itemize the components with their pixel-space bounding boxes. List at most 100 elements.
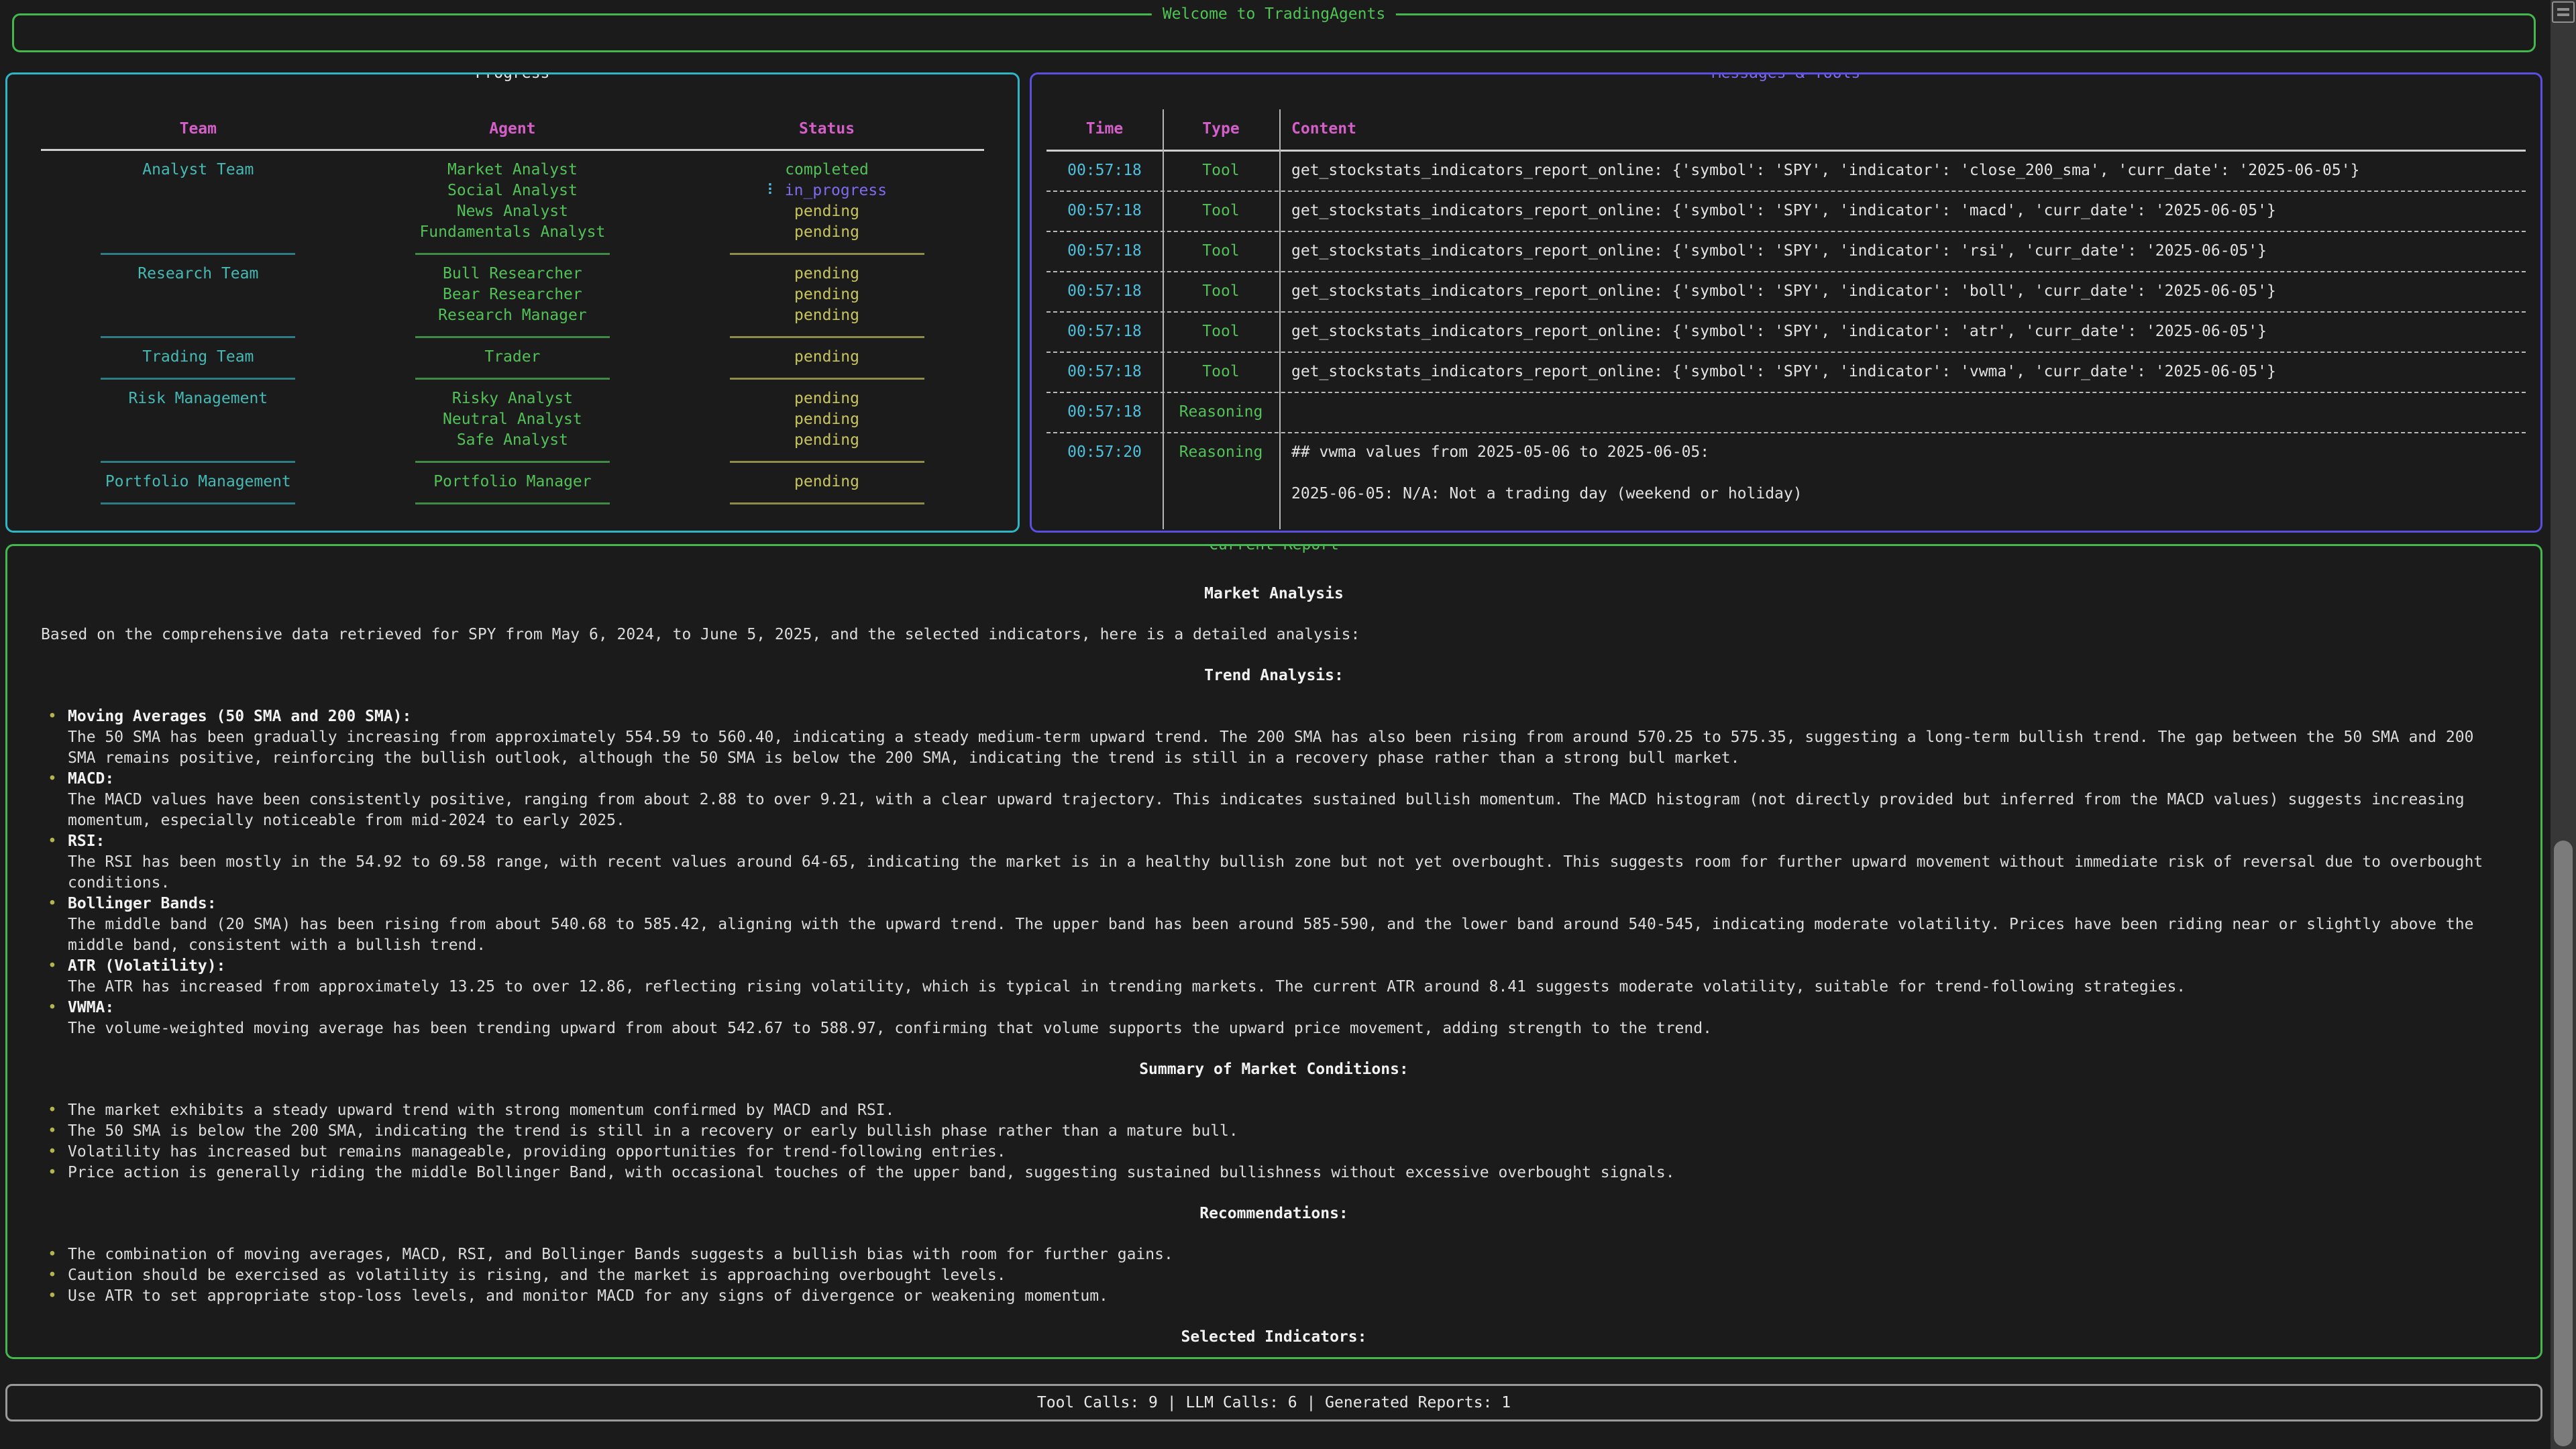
progress-row: Bear Researcher pending [41,284,984,305]
progress-row: Safe Analystpending [41,430,984,451]
column-header-team: Team [41,119,356,140]
status-label: pending [669,222,984,243]
status-text: pending [794,286,859,303]
report-heading: Recommendations: [41,1203,2507,1224]
bullet-icon: • [48,894,57,914]
progress-row: Fundamentals Analystpending [41,222,984,243]
progress-panel: Progress Team Agent Status Analyst TeamM… [5,72,1020,533]
agent-label: Neutral Analyst [356,409,670,430]
report-bullet: •VWMA:The volume-weighted moving average… [41,998,2507,1039]
bullet-icon: • [48,956,57,977]
agent-label: Market Analyst [356,160,670,180]
report-bullet: •Volatility has increased but remains ma… [41,1142,2507,1163]
status-text: completed [785,161,869,178]
column-header-agent: Agent [356,119,670,140]
report-heading: Market Analysis [41,584,2507,604]
progress-row: Neutral Analystpending [41,409,984,430]
message-content: get_stockstats_indicators_report_online:… [1279,321,2526,342]
separator-line [101,378,295,380]
progress-row: Trading TeamTraderpending [41,347,984,368]
message-row: 00:57:18Toolget_stockstats_indicators_re… [1046,313,2526,353]
report-bullet: •Price action is generally riding the mi… [41,1163,2507,1183]
status-label: pending [669,472,984,492]
bullet-text: The RSI has been mostly in the 54.92 to … [68,853,2483,892]
message-time: 00:57:18 [1046,241,1163,262]
report-paragraph: Based on the comprehensive data retrieve… [41,625,2507,645]
stats-bar: Tool Calls: 9 | LLM Calls: 6 | Generated… [5,1384,2542,1421]
progress-row: Social Analyst⠇in_progress [41,180,984,201]
status-text: pending [794,307,859,324]
current-report-panel: Current Report Market AnalysisBased on t… [5,544,2542,1359]
bullet-title: RSI: [68,831,2507,852]
app-title: Welcome to TradingAgents [1152,3,1396,25]
scrollbar-menu-button[interactable] [2552,1,2575,23]
section-separator [41,451,984,472]
separator-line [101,336,295,338]
status-label: pending [669,409,984,430]
agent-label: News Analyst [356,201,670,222]
agent-label: Trader [356,347,670,368]
status-label: pending [669,284,984,305]
progress-row: Risk ManagementRisky Analystpending [41,388,984,409]
menu-icon [2557,8,2569,11]
bullet-icon: • [48,769,57,790]
bullet-icon: • [48,831,57,852]
bullet-icon: • [48,1100,57,1121]
message-content: get_stockstats_indicators_report_online:… [1279,160,2526,181]
progress-row: News Analystpending [41,201,984,222]
message-row: 00:57:18Toolget_stockstats_indicators_re… [1046,272,2526,313]
bullet-icon: • [48,1121,57,1142]
status-label: pending [669,430,984,451]
separator-line [101,461,295,463]
report-bullet: • MACD:The MACD values have been consiste… [41,769,2507,831]
message-row: 00:57:20Reasoning## vwma values from 202… [1046,433,2526,514]
team-label [41,430,356,451]
terminal-screen: Welcome to TradingAgents Progress Team A… [0,0,2576,1449]
section-separator [41,492,984,513]
column-header-status: Status [669,119,984,140]
separator-line [415,378,610,380]
status-label: pending [669,305,984,326]
bullet-title: ATR (Volatility): [68,956,2507,977]
status-text: pending [794,390,859,407]
bullet-text: The volume-weighted moving average has b… [68,1020,1712,1037]
agent-label: Bear Researcher [356,284,670,305]
message-content: get_stockstats_indicators_report_online:… [1279,241,2526,262]
separator-line [101,253,295,255]
scrollbar[interactable] [2551,0,2576,1449]
bullet-icon: • [48,706,57,727]
team-label: Portfolio Management [41,472,356,492]
bullet-title: MACD: [68,769,2507,790]
agent-label: Bull Researcher [356,264,670,284]
report-bullet: •ATR (Volatility):The ATR has increased … [41,956,2507,998]
message-time: 00:57:20 [1046,442,1163,504]
team-label [41,222,356,243]
progress-row: Portfolio ManagementPortfolio Managerpen… [41,472,984,492]
report-content: Market Analysis Based on the comprehensiv… [7,546,2540,1348]
message-type: Tool [1163,321,1279,342]
bullet-text: The 50 SMA has been gradually increasing… [68,729,2473,767]
message-time: 00:57:18 [1046,160,1163,181]
report-bullet: •The 50 SMA is below the 200 SMA, indica… [41,1121,2507,1142]
separator-line [730,461,924,463]
bullet-title: Moving Averages (50 SMA and 200 SMA): [68,706,2507,727]
message-content: ## vwma values from 2025-05-06 to 2025-0… [1279,442,2526,504]
message-time: 00:57:18 [1046,402,1163,423]
status-label: pending [669,388,984,409]
bullet-title: Bollinger Bands: [68,894,2507,914]
section-separator [41,243,984,264]
status-text: in_progress [785,182,887,199]
stats-text: Tool Calls: 9 | LLM Calls: 6 | Generated… [1037,1393,1511,1413]
messages-table-body: 00:57:18Toolget_stockstats_indicators_re… [1046,152,2526,514]
message-content: get_stockstats_indicators_report_online:… [1279,281,2526,302]
column-divider [1163,109,1164,529]
status-text: pending [794,431,859,449]
bullet-text: The middle band (20 SMA) has been rising… [68,916,2473,954]
message-type: Tool [1163,362,1279,382]
separator-line [101,502,295,504]
bullet-text: The MACD values have been consistently p… [68,791,2465,829]
message-row: 00:57:18Toolget_stockstats_indicators_re… [1046,232,2526,272]
scrollbar-thumb[interactable] [2554,841,2573,1446]
separator-line [730,336,924,338]
bullet-text: Caution should be exercised as volatilit… [68,1267,1006,1284]
